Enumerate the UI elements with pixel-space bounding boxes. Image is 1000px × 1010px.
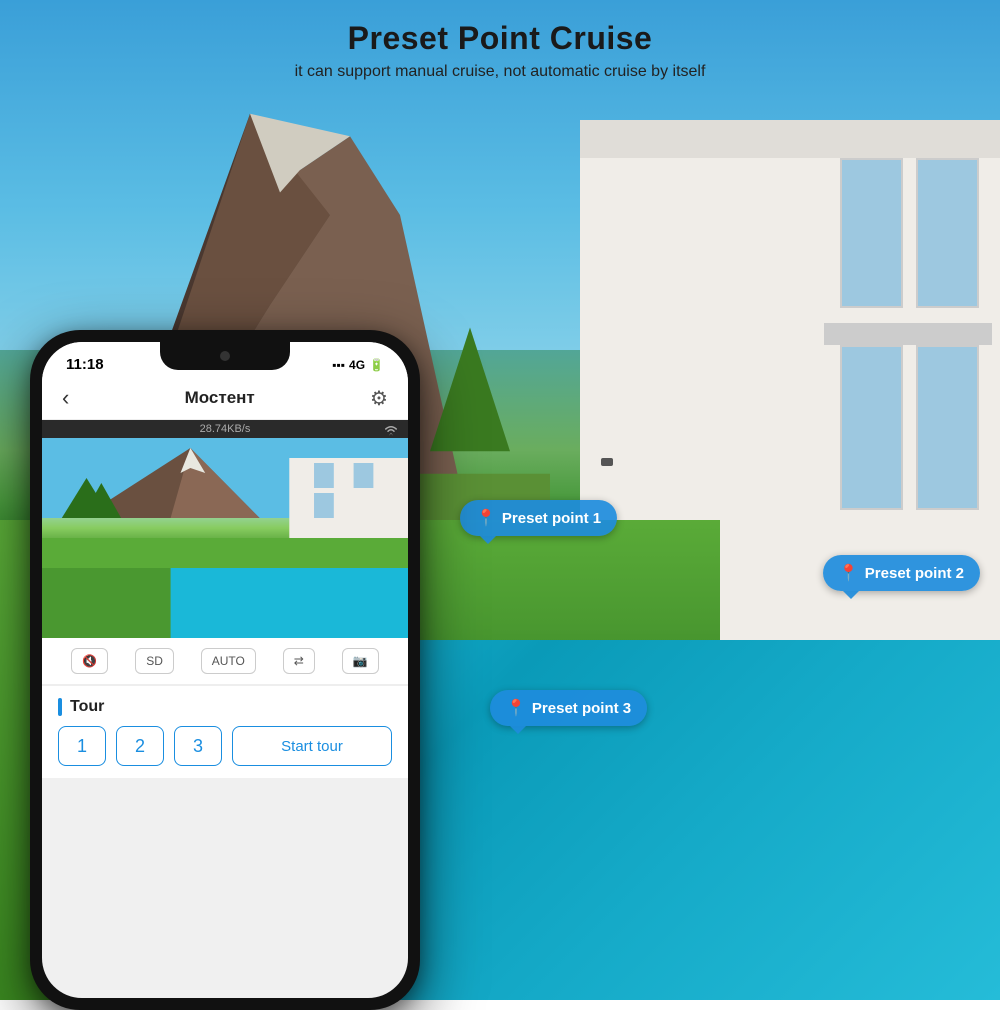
camera-feed bbox=[42, 438, 408, 638]
preset-label-3: Preset point 3 bbox=[532, 700, 631, 717]
auto-button[interactable]: AUTO bbox=[201, 648, 256, 674]
status-icons: ▪▪▪ 4G 🔋 bbox=[332, 358, 384, 372]
tour-accent bbox=[58, 698, 62, 716]
preset-badge-2: 📍 Preset point 2 bbox=[823, 555, 980, 591]
auto-label: AUTO bbox=[212, 654, 245, 668]
camera-feed-image bbox=[42, 438, 408, 638]
page-title: Preset Point Cruise bbox=[0, 20, 1000, 57]
wifi-icon bbox=[382, 422, 400, 439]
start-tour-button[interactable]: Start tour bbox=[232, 726, 392, 766]
tour-button-3[interactable]: 3 bbox=[174, 726, 222, 766]
phone-body: 11:18 ▪▪▪ 4G 🔋 ‹ Мостент ⚙ 28.74KB/s bbox=[30, 330, 420, 1010]
preset-icon-2: 📍 bbox=[839, 563, 859, 583]
nav-title: Мостент bbox=[185, 388, 255, 408]
header: Preset Point Cruise it can support manua… bbox=[0, 0, 1000, 81]
tour-label: Tour bbox=[70, 698, 104, 716]
controls-row: 🔇 SD AUTO ⇄ 📷 bbox=[42, 638, 408, 685]
status-time: 11:18 bbox=[66, 356, 104, 373]
preset-icon-1: 📍 bbox=[476, 508, 496, 528]
start-tour-label: Start tour bbox=[281, 738, 343, 755]
preset-icon-3: 📍 bbox=[506, 698, 526, 718]
preset-badge-1: 📍 Preset point 1 bbox=[460, 500, 617, 536]
page-subtitle: it can support manual cruise, not automa… bbox=[0, 63, 1000, 81]
flip-icon: ⇄ bbox=[294, 654, 304, 668]
network-type: 4G bbox=[349, 358, 365, 372]
tour-button-2[interactable]: 2 bbox=[116, 726, 164, 766]
tour-label-row: Tour bbox=[58, 698, 392, 716]
bandwidth-bar: 28.74KB/s bbox=[42, 420, 408, 438]
sd-button[interactable]: SD bbox=[135, 648, 174, 674]
tour-button-1[interactable]: 1 bbox=[58, 726, 106, 766]
capture-icon: 📷 bbox=[353, 654, 368, 668]
nav-bar: ‹ Мостент ⚙ bbox=[42, 377, 408, 420]
battery-icon: 🔋 bbox=[369, 358, 384, 372]
tour-section: Tour 1 2 3 Start tour bbox=[42, 686, 408, 778]
sd-label: SD bbox=[146, 654, 163, 668]
phone: 11:18 ▪▪▪ 4G 🔋 ‹ Мостент ⚙ 28.74KB/s bbox=[30, 330, 420, 1010]
bandwidth-value: 28.74KB/s bbox=[200, 423, 251, 435]
back-button[interactable]: ‹ bbox=[62, 385, 69, 411]
phone-screen: 11:18 ▪▪▪ 4G 🔋 ‹ Мостент ⚙ 28.74KB/s bbox=[42, 342, 408, 998]
flip-button[interactable]: ⇄ bbox=[283, 648, 315, 674]
mute-button[interactable]: 🔇 bbox=[71, 648, 108, 674]
tour-buttons-row: 1 2 3 Start tour bbox=[58, 726, 392, 766]
signal-icon: ▪▪▪ bbox=[332, 358, 345, 372]
capture-button[interactable]: 📷 bbox=[342, 648, 379, 674]
preset-badge-3: 📍 Preset point 3 bbox=[490, 690, 647, 726]
preset-label-2: Preset point 2 bbox=[865, 565, 964, 582]
mute-icon: 🔇 bbox=[82, 654, 97, 668]
phone-notch bbox=[160, 342, 290, 370]
settings-button[interactable]: ⚙ bbox=[370, 386, 388, 411]
preset-label-1: Preset point 1 bbox=[502, 510, 601, 527]
